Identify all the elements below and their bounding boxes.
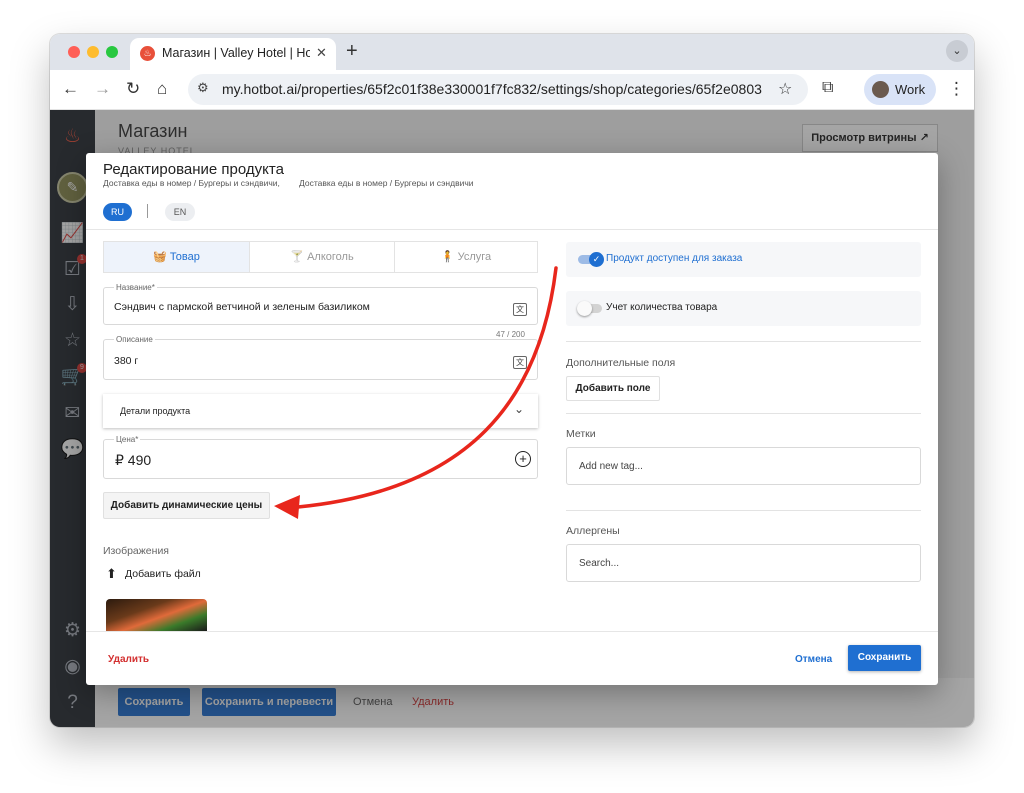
add-circle-icon[interactable]: + bbox=[515, 451, 531, 467]
stock-toggle-knob[interactable] bbox=[577, 301, 592, 316]
available-toggle-card[interactable]: ✓ Продукт доступен для заказа bbox=[566, 242, 921, 277]
product-image-thumbnail[interactable] bbox=[106, 599, 207, 631]
site-settings-icon[interactable]: ⚙ bbox=[197, 80, 209, 96]
minimize-window-button[interactable] bbox=[87, 46, 99, 58]
tab-alcohol-label: Алкоголь bbox=[307, 251, 354, 263]
tags-input[interactable]: Add new tag... bbox=[566, 447, 921, 485]
save-button[interactable]: Сохранить bbox=[848, 645, 921, 671]
tab-close-icon[interactable]: ✕ bbox=[316, 45, 327, 61]
allergens-label: Аллергены bbox=[566, 525, 620, 537]
name-char-counter: 47 / 200 bbox=[496, 330, 525, 339]
check-icon[interactable]: ✓ bbox=[589, 252, 604, 267]
browser-menu-icon[interactable]: ⋮ bbox=[948, 79, 965, 99]
bookmark-star-icon[interactable]: ☆ bbox=[778, 79, 792, 99]
delete-product-button[interactable]: Удалить bbox=[108, 654, 149, 665]
tags-placeholder: Add new tag... bbox=[579, 461, 643, 472]
extra-fields-label: Дополнительные поля bbox=[566, 357, 676, 369]
stock-toggle-label: Учет количества товара bbox=[606, 302, 718, 313]
maximize-window-button[interactable] bbox=[106, 46, 118, 58]
profile-avatar bbox=[872, 81, 889, 98]
tab-service-label: Услуга bbox=[457, 251, 492, 263]
product-description-field[interactable]: Описание 380 г 文 bbox=[103, 335, 538, 380]
extensions-puzzle-icon[interactable]: ⧉ bbox=[822, 79, 833, 97]
upload-icon[interactable]: ⬆ bbox=[106, 566, 117, 582]
available-toggle-label: Продукт доступен для заказа bbox=[606, 253, 743, 264]
tab-title: Магазин | Valley Hotel | Hotbot bbox=[162, 46, 310, 60]
product-type-tabs: 🧺 Товар 🍸 Алкоголь 🧍 Услуга bbox=[103, 241, 538, 273]
translate-icon[interactable]: 文 bbox=[513, 303, 527, 316]
modal-header: Редактирование продукта Доставка еды в н… bbox=[86, 153, 938, 230]
tab-alcohol[interactable]: 🍸 Алкоголь bbox=[249, 242, 394, 272]
product-details-accordion[interactable]: Детали продукта ⌄ bbox=[103, 394, 538, 428]
profile-button[interactable]: Work bbox=[864, 74, 936, 105]
edit-product-modal: Редактирование продукта Доставка еды в н… bbox=[86, 153, 938, 685]
cocktail-icon: 🍸 bbox=[290, 251, 305, 263]
chevron-down-icon: ⌄ bbox=[513, 402, 524, 416]
basket-icon: 🧺 bbox=[153, 251, 167, 263]
hotbot-favicon-icon: ♨ bbox=[140, 46, 155, 61]
stock-toggle-card[interactable]: Учет количества товара bbox=[566, 291, 921, 326]
tab-product[interactable]: 🧺 Товар bbox=[104, 242, 249, 272]
tags-label: Метки bbox=[566, 428, 596, 440]
lang-separator bbox=[147, 204, 148, 218]
profile-name: Work bbox=[895, 82, 926, 97]
product-description-value[interactable]: 380 г bbox=[114, 355, 138, 367]
product-name-field[interactable]: Название* Сэндвич с пармской ветчиной и … bbox=[103, 283, 538, 325]
person-service-icon: 🧍 bbox=[440, 251, 455, 263]
address-bar[interactable]: ⚙ my.hotbot.ai/properties/65f2c01f38e330… bbox=[188, 74, 808, 105]
new-tab-icon[interactable]: + bbox=[346, 40, 358, 63]
allergens-placeholder: Search... bbox=[579, 558, 620, 569]
product-name-label: Название* bbox=[114, 283, 157, 292]
tab-strip: ♨ Магазин | Valley Hotel | Hotbot ✕ + ⌄ bbox=[50, 34, 974, 70]
divider bbox=[566, 413, 921, 414]
add-file-button[interactable]: Добавить файл bbox=[125, 568, 201, 580]
browser-tab-active[interactable]: ♨ Магазин | Valley Hotel | Hotbot ✕ bbox=[130, 38, 336, 70]
tab-product-label: Товар bbox=[169, 251, 200, 263]
divider bbox=[566, 341, 921, 342]
modal-footer: Удалить Отмена Сохранить bbox=[86, 631, 938, 685]
product-details-label: Детали продукта bbox=[120, 406, 191, 416]
lang-en-chip[interactable]: EN bbox=[165, 203, 195, 221]
product-description-label: Описание bbox=[114, 335, 155, 344]
tab-search-chevron-icon[interactable]: ⌄ bbox=[946, 40, 968, 62]
translate-icon[interactable]: 文 bbox=[513, 356, 527, 369]
add-dynamic-prices-button[interactable]: Добавить динамические цены bbox=[103, 492, 270, 519]
allergens-search-input[interactable]: Search... bbox=[566, 544, 921, 582]
product-name-value[interactable]: Сэндвич с пармской ветчиной и зеленым ба… bbox=[114, 301, 370, 313]
forward-arrow-icon[interactable]: → bbox=[94, 79, 111, 99]
reload-icon[interactable]: ↻ bbox=[126, 79, 140, 99]
close-window-button[interactable] bbox=[68, 46, 80, 58]
tab-service[interactable]: 🧍 Услуга bbox=[394, 242, 537, 272]
lang-ru-chip[interactable]: RU bbox=[103, 203, 132, 221]
add-field-button[interactable]: Добавить поле bbox=[566, 376, 660, 401]
images-section-label: Изображения bbox=[103, 545, 169, 557]
price-label: Цена* bbox=[114, 435, 141, 444]
divider bbox=[566, 510, 921, 511]
home-icon[interactable]: ⌂ bbox=[157, 79, 167, 99]
category-breadcrumb-1: Доставка еды в номер / Бургеры и сэндвич… bbox=[103, 178, 280, 188]
cancel-button[interactable]: Отмена bbox=[795, 654, 832, 665]
category-breadcrumb-2: Доставка еды в номер / Бургеры и сэндвич… bbox=[299, 178, 474, 188]
price-value[interactable]: ₽ 490 bbox=[115, 452, 151, 469]
back-arrow-icon[interactable]: ← bbox=[62, 79, 79, 99]
browser-toolbar: ← → ↻ ⌂ ⚙ my.hotbot.ai/properties/65f2c0… bbox=[50, 70, 974, 110]
url-text[interactable]: my.hotbot.ai/properties/65f2c01f38e33000… bbox=[222, 81, 762, 97]
price-field[interactable]: Цена* ₽ 490 + bbox=[103, 435, 538, 479]
modal-title: Редактирование продукта bbox=[103, 161, 284, 178]
